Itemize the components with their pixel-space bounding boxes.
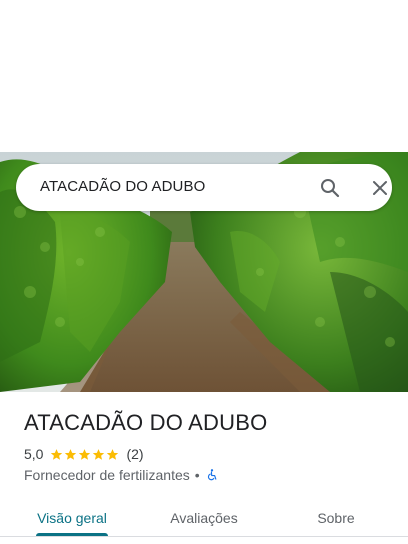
- tabs-divider: [0, 536, 408, 537]
- place-title: ATACADÃO DO ADUBO: [24, 410, 268, 435]
- search-icon[interactable]: [318, 176, 342, 200]
- separator-dot: •: [194, 467, 200, 483]
- wheelchair-icon[interactable]: [205, 468, 219, 482]
- review-count[interactable]: (2): [126, 446, 143, 462]
- rating-stars: [50, 448, 120, 461]
- rating-row[interactable]: 5,0 (2): [24, 445, 144, 463]
- star-icon: [93, 448, 105, 460]
- search-bar[interactable]: ATACADÃO DO ADUBO: [16, 164, 392, 211]
- tab-reviews[interactable]: Avaliações: [146, 500, 262, 536]
- search-query-text[interactable]: ATACADÃO DO ADUBO: [40, 178, 205, 195]
- place-info-panel: ATACADÃO DO ADUBO 5,0 (2) Fornecedor de …: [0, 392, 408, 544]
- tab-about[interactable]: Sobre: [278, 500, 394, 536]
- star-icon: [107, 448, 119, 460]
- tab-overview[interactable]: Visão geral: [14, 500, 130, 536]
- top-blank-area: [0, 0, 408, 152]
- rating-value: 5,0: [24, 446, 44, 462]
- close-icon[interactable]: [368, 176, 392, 200]
- place-category: Fornecedor de fertilizantes: [24, 467, 190, 483]
- star-icon: [65, 448, 77, 460]
- star-icon: [51, 448, 63, 460]
- category-row: Fornecedor de fertilizantes •: [24, 466, 219, 484]
- star-icon: [79, 448, 91, 460]
- place-tabs: Visão geral Avaliações Sobre: [0, 500, 408, 536]
